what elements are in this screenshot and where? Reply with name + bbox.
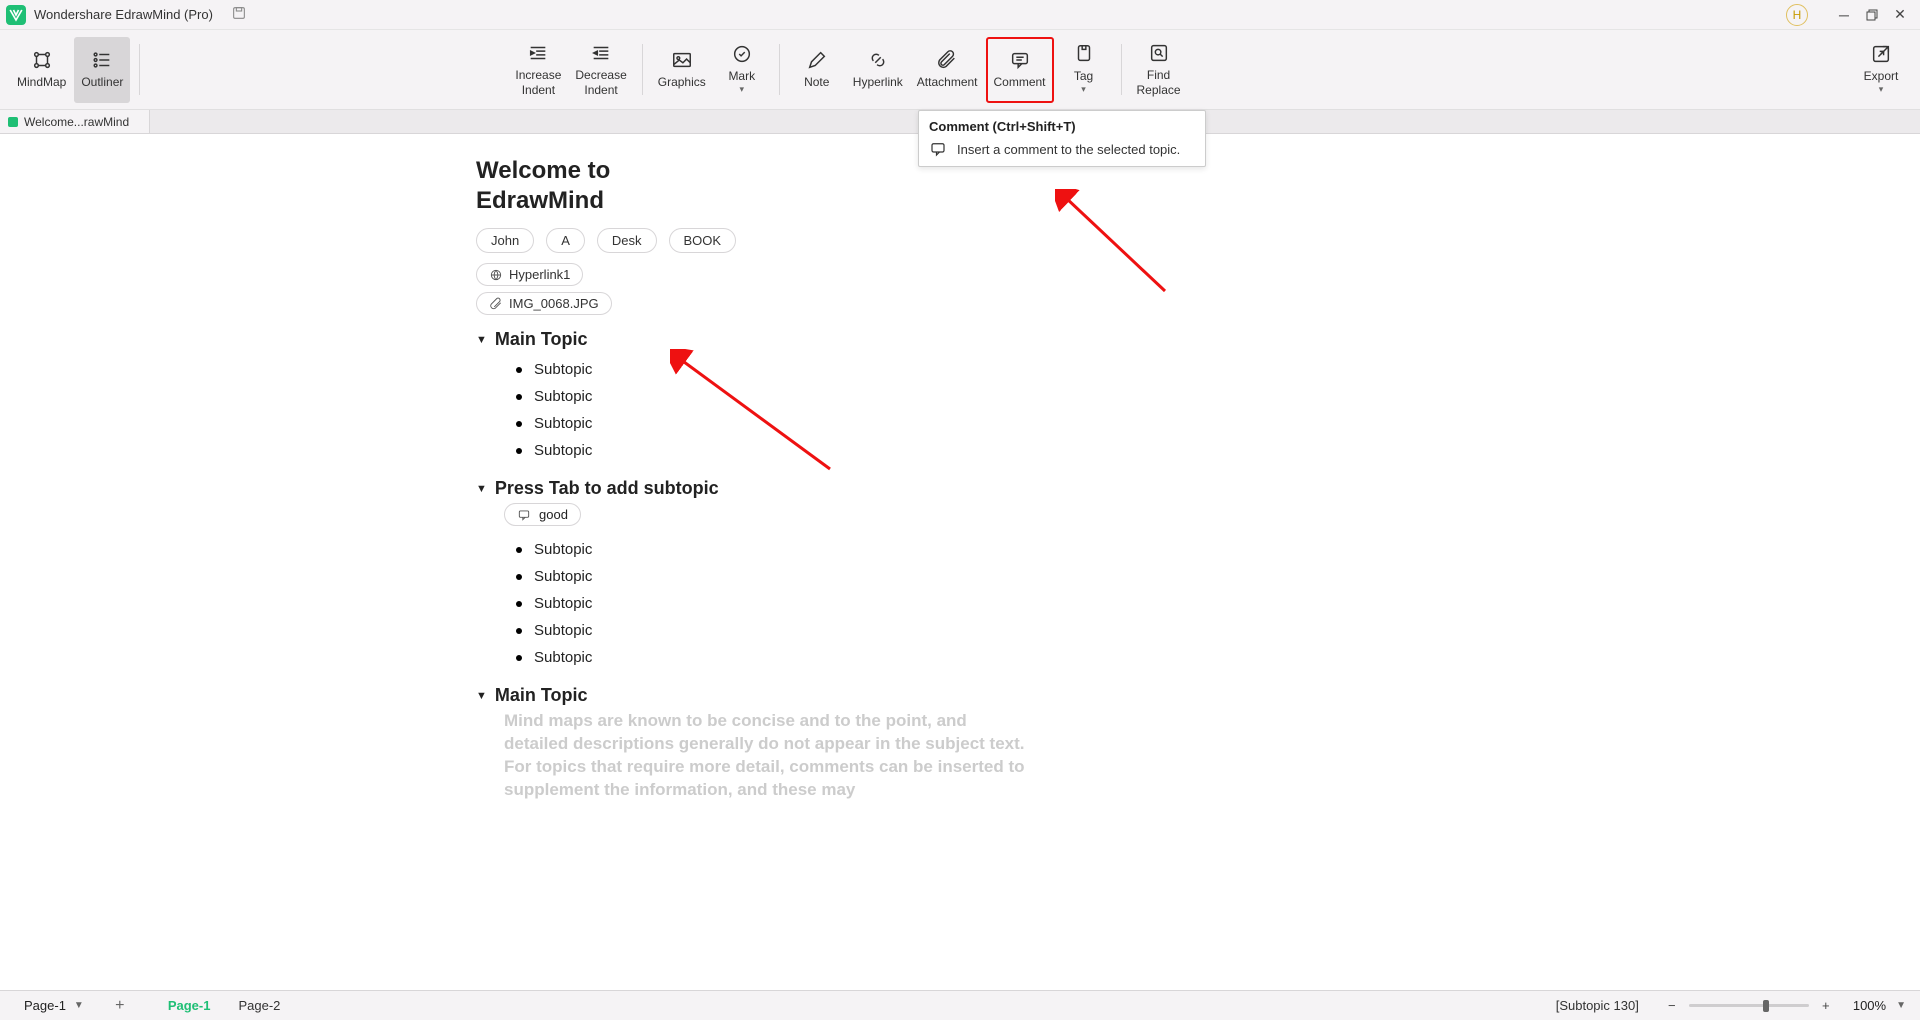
find-replace-button[interactable]: Find Replace <box>1131 37 1187 103</box>
chevron-down-icon: ▾ <box>740 84 745 95</box>
topic-block: ▼ Main Topic Subtopic Subtopic Subtopic … <box>476 329 1296 464</box>
chevron-down-icon: ▾ <box>1081 84 1086 95</box>
subtopic-item[interactable]: Subtopic <box>516 563 1296 590</box>
decrease-indent-label: Decrease Indent <box>575 68 626 98</box>
mark-label: Mark <box>728 69 755 84</box>
hyperlink-label: Hyperlink <box>853 75 903 90</box>
content-area[interactable]: Welcome to EdrawMind John A Desk BOOK Hy… <box>0 134 1920 990</box>
attachment-button[interactable]: Attachment <box>911 37 984 103</box>
toolbar: MindMap Outliner Increase Indent Decreas… <box>0 30 1920 110</box>
attachment-icon <box>489 297 503 311</box>
app-title: Wondershare EdrawMind (Pro) <box>34 7 213 22</box>
mindmap-button[interactable]: MindMap <box>11 37 72 103</box>
selection-status: [Subtopic 130] <box>1556 998 1639 1013</box>
hyperlink-button[interactable]: Hyperlink <box>847 37 909 103</box>
subtopic-item[interactable]: Subtopic <box>516 356 1296 383</box>
decrease-indent-button[interactable]: Decrease Indent <box>569 37 632 103</box>
page-tabs: Page-1 Page-2 <box>168 998 281 1013</box>
subtopic-item[interactable]: Subtopic <box>516 617 1296 644</box>
subtopic-item[interactable]: Subtopic <box>516 410 1296 437</box>
zoom-control: − + 100% ▼ <box>1663 998 1906 1013</box>
comment-icon <box>517 508 531 522</box>
close-button[interactable]: ✕ <box>1886 1 1914 29</box>
increase-indent-button[interactable]: Increase Indent <box>509 37 567 103</box>
export-button[interactable]: Export ▾ <box>1853 37 1909 103</box>
tooltip-body: Insert a comment to the selected topic. <box>957 142 1180 157</box>
hyperlink-chip[interactable]: Hyperlink1 <box>476 263 583 286</box>
topic-heading[interactable]: ▼ Press Tab to add subtopic <box>476 478 1296 499</box>
note-button[interactable]: Note <box>789 37 845 103</box>
graphics-button[interactable]: Graphics <box>652 37 712 103</box>
outliner-button[interactable]: Outliner <box>74 37 130 103</box>
tag-button[interactable]: Tag ▾ <box>1056 37 1112 103</box>
comment-button[interactable]: Comment <box>986 37 1054 103</box>
topic-heading[interactable]: ▼ Main Topic <box>476 685 1296 706</box>
topic-block: ▼ Main Topic Mind maps are known to be c… <box>476 685 1296 802</box>
comment-label: Comment <box>994 75 1046 90</box>
topic-description[interactable]: Mind maps are known to be concise and to… <box>504 710 1034 802</box>
app-icon <box>6 5 26 25</box>
tag-pill[interactable]: John <box>476 228 534 253</box>
subtopic-item[interactable]: Subtopic <box>516 644 1296 671</box>
status-bar: Page-1 ▼ + Page-1 Page-2 [Subtopic 130] … <box>0 990 1920 1020</box>
find-replace-label: Find Replace <box>1137 68 1181 98</box>
zoom-in-button[interactable]: + <box>1817 998 1835 1013</box>
doc-icon <box>8 117 18 127</box>
comment-chip[interactable]: good <box>504 503 581 526</box>
page-tab[interactable]: Page-1 <box>168 998 211 1013</box>
document-tab-label: Welcome...rawMind <box>24 115 129 129</box>
save-indicator-icon[interactable] <box>231 5 247 24</box>
tag-pill[interactable]: Desk <box>597 228 657 253</box>
zoom-out-button[interactable]: − <box>1663 998 1681 1013</box>
tag-pill[interactable]: A <box>546 228 585 253</box>
document-tab[interactable]: Welcome...rawMind <box>0 110 150 133</box>
user-avatar[interactable]: H <box>1786 4 1808 26</box>
subtopic-item[interactable]: Subtopic <box>516 590 1296 617</box>
mindmap-label: MindMap <box>17 75 66 90</box>
zoom-slider[interactable] <box>1689 1004 1809 1007</box>
page-tab[interactable]: Page-2 <box>238 998 280 1013</box>
caret-down-icon[interactable]: ▼ <box>476 483 487 495</box>
note-label: Note <box>804 75 829 90</box>
outliner-label: Outliner <box>81 75 123 90</box>
graphics-label: Graphics <box>658 75 706 90</box>
add-page-button[interactable]: + <box>108 997 132 1015</box>
tooltip-title: Comment (Ctrl+Shift+T) <box>929 119 1195 134</box>
tag-row: John A Desk BOOK <box>476 228 1296 253</box>
zoom-percent[interactable]: 100% <box>1853 998 1886 1013</box>
attachment-chip[interactable]: IMG_0068.JPG <box>476 292 612 315</box>
topic-block: ▼ Press Tab to add subtopic good Subtopi… <box>476 478 1296 671</box>
caret-down-icon[interactable]: ▼ <box>476 690 487 702</box>
page-selector[interactable]: Page-1 ▼ <box>14 996 94 1015</box>
mark-button[interactable]: Mark ▾ <box>714 37 770 103</box>
globe-icon <box>489 268 503 282</box>
subtopic-item[interactable]: Subtopic <box>516 437 1296 464</box>
tag-label: Tag <box>1074 69 1093 84</box>
export-label: Export <box>1864 69 1899 84</box>
titlebar: Wondershare EdrawMind (Pro) H ─ ✕ <box>0 0 1920 30</box>
tag-pill[interactable]: BOOK <box>669 228 737 253</box>
attachment-label: Attachment <box>917 75 978 90</box>
chevron-down-icon: ▼ <box>1896 1000 1906 1011</box>
maximize-button[interactable] <box>1858 1 1886 29</box>
minimize-button[interactable]: ─ <box>1830 1 1858 29</box>
subtopic-item[interactable]: Subtopic <box>516 383 1296 410</box>
comment-icon <box>929 140 947 158</box>
caret-down-icon[interactable]: ▼ <box>476 334 487 346</box>
chevron-down-icon: ▾ <box>1879 84 1884 95</box>
topic-heading[interactable]: ▼ Main Topic <box>476 329 1296 350</box>
comment-tooltip: Comment (Ctrl+Shift+T) Insert a comment … <box>918 110 1206 167</box>
chevron-down-icon: ▼ <box>74 1000 84 1011</box>
increase-indent-label: Increase Indent <box>515 68 561 98</box>
subtopic-item[interactable]: Subtopic <box>516 536 1296 563</box>
